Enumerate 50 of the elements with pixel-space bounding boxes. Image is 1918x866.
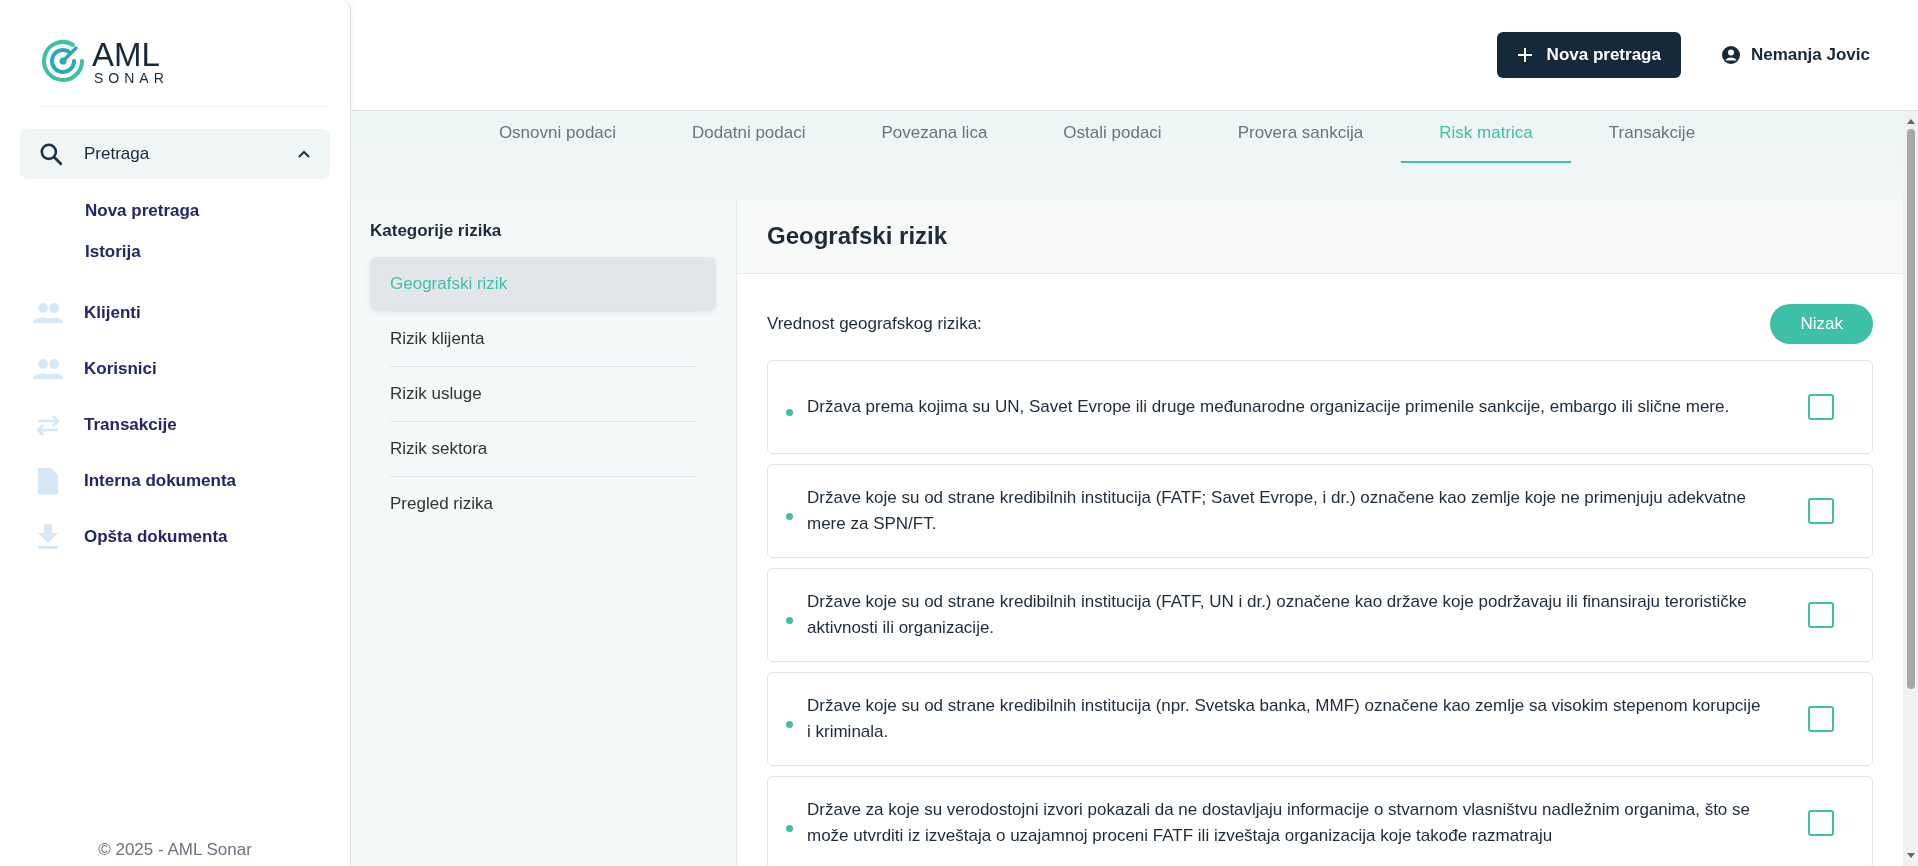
user-icon <box>1720 45 1741 65</box>
criterion-text: Države koje su od strane kredibilnih institucija (npr. Svetska banka, MMF) označene kao zemlje sa visokim stepenom korupcije i kriminala. <box>807 695 1762 743</box>
panel-title: Geografski rizik <box>767 222 948 250</box>
nav-group[interactable]: Pretraga <box>20 129 330 179</box>
bullet-icon <box>786 408 793 416</box>
checkbox[interactable] <box>1808 498 1834 524</box>
logo-name: AML <box>92 37 161 71</box>
people-icon <box>32 301 64 325</box>
bullet-icon <box>786 616 793 624</box>
copyright: © 2025 - AML Sonar <box>97 840 253 861</box>
category-item[interactable]: Rizik klijenta <box>370 312 716 366</box>
checkbox[interactable] <box>1808 810 1834 836</box>
tab[interactable]: Transakcije <box>1570 111 1734 163</box>
bullet-icon <box>786 512 793 520</box>
tab[interactable]: Ostali podaci <box>1025 111 1200 163</box>
nav-subitem[interactable]: Istorija <box>85 230 330 271</box>
nav-item[interactable]: Transakcije <box>20 397 330 453</box>
new-search-button[interactable]: Nova pretraga <box>1496 32 1681 78</box>
nav-item[interactable]: Korisnici <box>20 341 330 397</box>
nav-item[interactable]: Interna dokumenta <box>20 453 330 509</box>
plus-icon <box>1516 47 1533 63</box>
bullet-icon <box>786 824 793 832</box>
scrollbar[interactable] <box>1903 111 1918 866</box>
checkbox[interactable] <box>1808 706 1834 732</box>
risk-level-badge: Nizak <box>1770 304 1873 344</box>
tab[interactable]: Dodatni podaci <box>654 111 844 163</box>
nav-subitem[interactable]: Nova pretraga <box>85 189 330 230</box>
category-item[interactable]: Pregled rizika <box>370 477 716 531</box>
risk-value-label: Vrednost geografskog rizika: <box>767 314 982 334</box>
nav-item[interactable]: Klijenti <box>20 285 330 341</box>
checkbox[interactable] <box>1808 602 1834 628</box>
tab[interactable]: Povezana lica <box>843 111 1026 163</box>
tab[interactable]: Provera sankcija <box>1199 111 1402 163</box>
categories-title: Kategorije rizika <box>370 221 503 241</box>
nav-item[interactable]: Opšta dokumenta <box>20 509 330 565</box>
bullet-icon <box>786 720 793 728</box>
user-menu[interactable]: Nemanja Jovic <box>1720 45 1870 65</box>
people-icon <box>32 357 64 381</box>
search-icon <box>38 141 64 167</box>
criterion-text: Države za koje su verodostojni izvori pokazali da ne dostavljaju informacije o stvarnom vlasništvu nadležnim organima, što se može utvrditi iz izveštaja o uzajamnoj proceni FATF ili izveštaja organizacija koje takođe razmatraju <box>807 799 1751 847</box>
tab[interactable]: Osnovni podaci <box>460 111 655 163</box>
scroll-down-icon[interactable] <box>1905 852 1916 860</box>
logo-subtitle: SONAR <box>94 70 169 85</box>
criterion-text: Države koje su od strane kredibilnih institucija (FATF; Savet Evrope, i dr.) označene kao zemlje koje ne primenjuju adekvatne mere za SPN/FT. <box>807 487 1747 535</box>
scroll-up-icon[interactable] <box>1905 117 1916 125</box>
criterion-text: Države koje su od strane kredibilnih institucija (FATF, UN i dr.) označene kao države koje podržavaju ili finansiraju terorističke aktivnosti ili organizacije. <box>807 591 1748 639</box>
criterion-text: Država prema kojima su UN, Savet Evrope ili druge međunarodne organizacije primenile sankcije, embargo ili slične mere. <box>807 396 1731 418</box>
category-item[interactable]: Rizik sektora <box>370 422 716 476</box>
checkbox[interactable] <box>1808 394 1834 420</box>
category-item[interactable]: Rizik usluge <box>370 367 716 421</box>
